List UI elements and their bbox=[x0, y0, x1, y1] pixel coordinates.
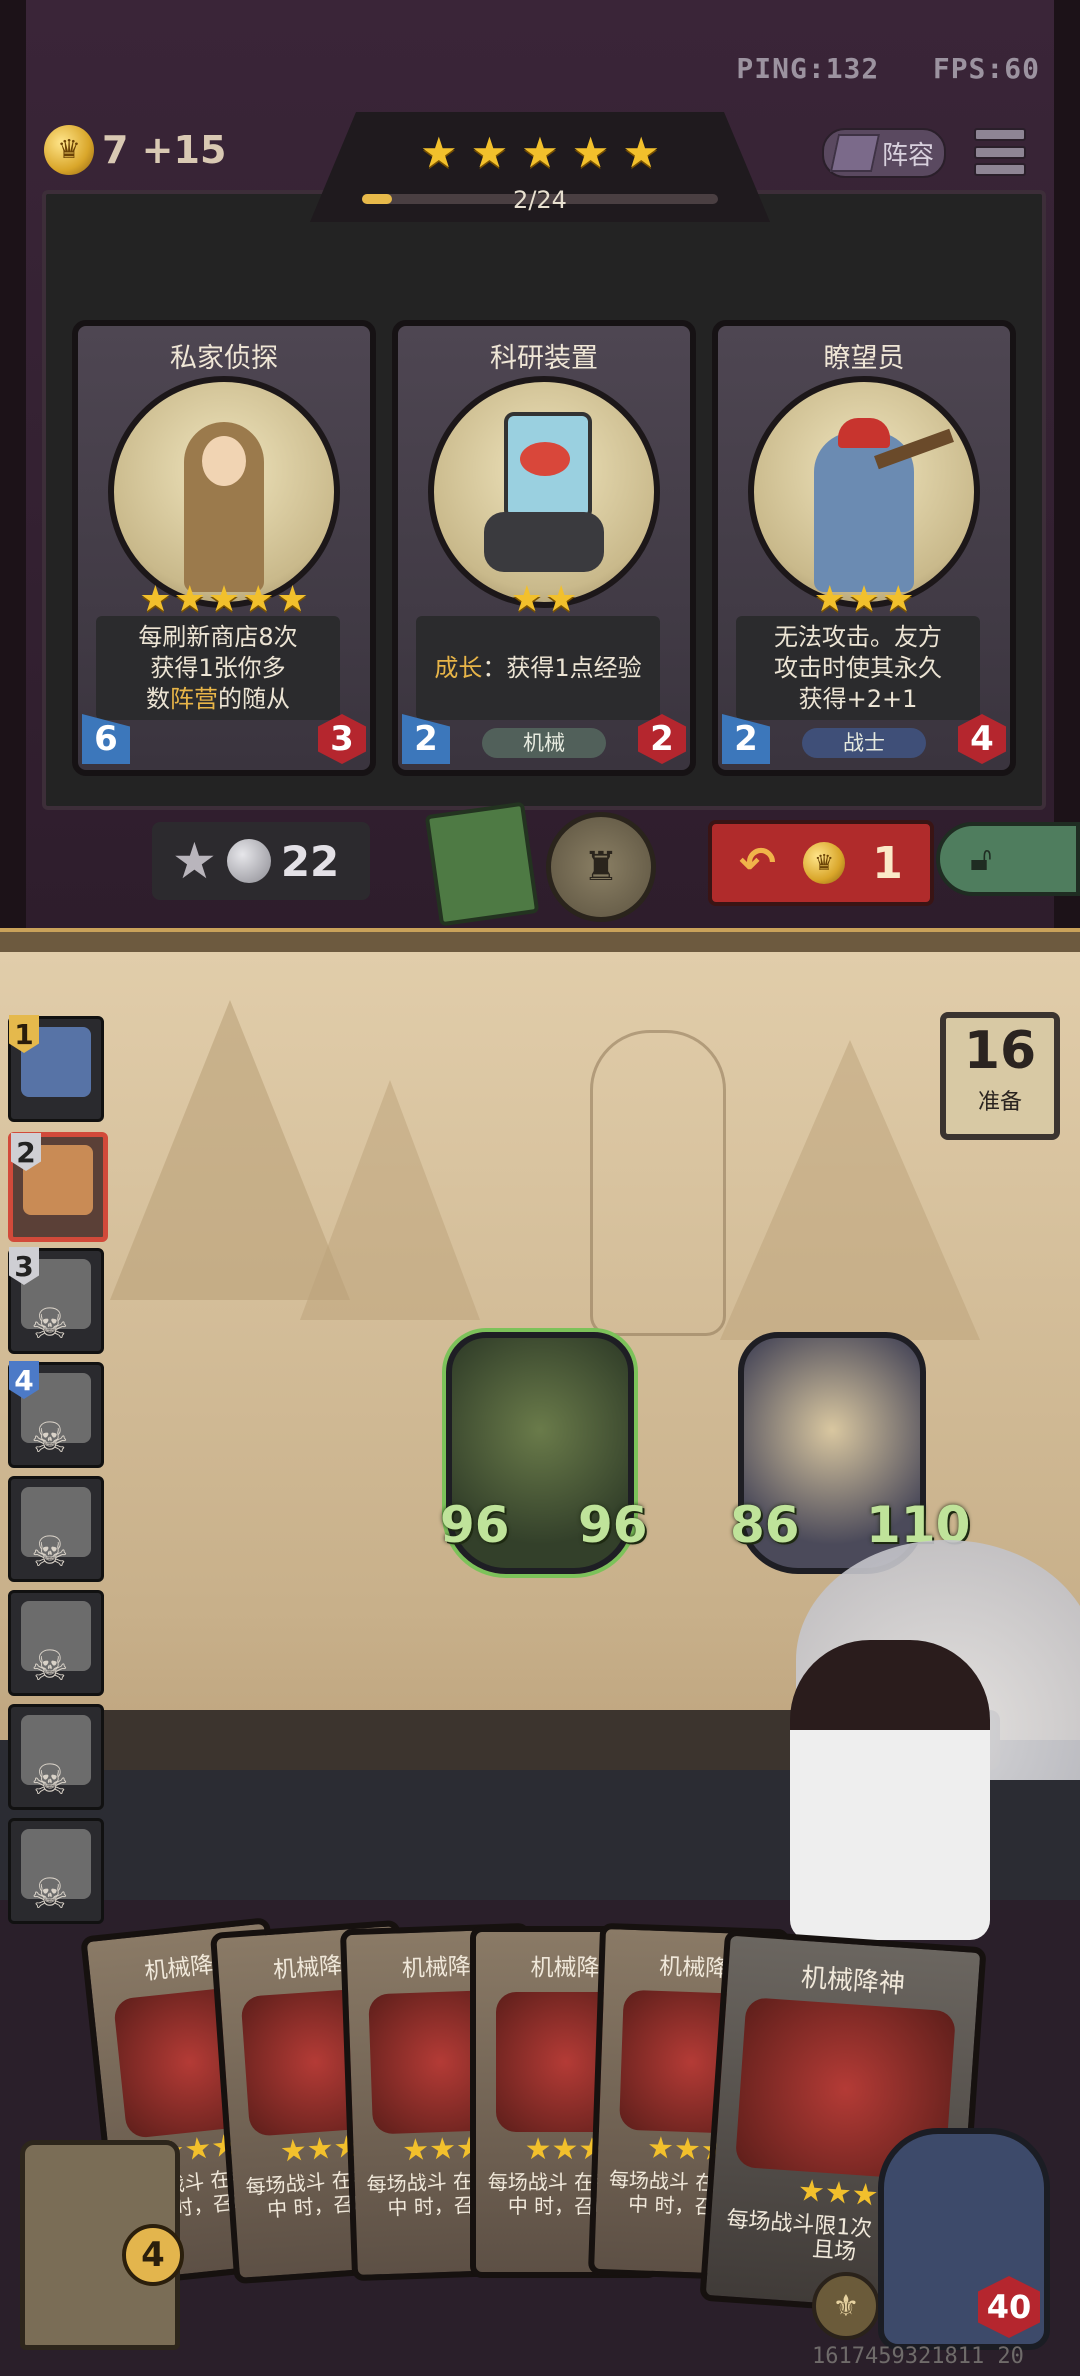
star-icon: ★ bbox=[622, 128, 660, 177]
player-slot[interactable]: ☠ bbox=[8, 1704, 104, 1810]
hero-character[interactable] bbox=[790, 1640, 990, 1940]
card-portrait-research-device bbox=[428, 376, 660, 608]
desc-text: ：获得1点经验 bbox=[482, 653, 642, 682]
card-description: 无法攻击。友方 攻击时使其永久 获得+2+1 bbox=[736, 616, 980, 720]
codex-book-icon[interactable] bbox=[424, 801, 540, 927]
desc-text: 的随从 bbox=[218, 684, 290, 713]
skull-icon: ☠ bbox=[31, 1755, 69, 1804]
player-slot[interactable]: ☠ bbox=[8, 1818, 104, 1924]
upgrade-star-icon: ★ bbox=[172, 832, 217, 890]
desc-line: 获得1张你多 bbox=[150, 653, 286, 682]
desc-line: 获得+2+1 bbox=[798, 684, 918, 713]
hand-count: 4 bbox=[122, 2224, 184, 2286]
star-icon: ★ bbox=[521, 128, 559, 177]
gold-coin-icon: ♛ bbox=[803, 842, 846, 884]
desc-line: 每刷新商店8次 bbox=[138, 622, 298, 651]
minion-attack: 96 bbox=[440, 1496, 510, 1554]
gold-text: 7 +15 bbox=[102, 128, 227, 172]
minion-attack: 86 bbox=[730, 1496, 800, 1554]
player-slot[interactable]: ☠ bbox=[8, 1476, 104, 1582]
lineup-button[interactable]: 阵容 bbox=[822, 128, 946, 178]
skull-icon: ☠ bbox=[31, 1641, 69, 1690]
board-art-figure bbox=[590, 1030, 726, 1336]
card-attack: 2 bbox=[402, 714, 450, 764]
board-art-tree bbox=[300, 1080, 480, 1320]
ready-count: 16 bbox=[963, 1021, 1037, 1081]
refresh-icon: ↶ bbox=[739, 837, 776, 889]
player-slot[interactable]: 1 bbox=[8, 1015, 104, 1122]
silver-coin-icon bbox=[226, 839, 271, 883]
card-health: 3 bbox=[318, 714, 366, 764]
desc-keyword: 阵营 bbox=[170, 684, 218, 713]
card-attack: 2 bbox=[722, 714, 770, 764]
card-tribe: 机械 bbox=[482, 728, 606, 758]
upgrade-cost: 22 bbox=[280, 836, 340, 886]
card-name: 科研装置 bbox=[490, 343, 598, 374]
star-icon: ★ bbox=[420, 128, 458, 177]
shop-card-detective[interactable]: 私家侦探 ★ ★ ★ ★ ★ 每刷新商店8次 获得1张你多 数阵营的随从 6 3 bbox=[72, 320, 376, 776]
card-stars: ★ ★ ★ bbox=[813, 579, 915, 620]
panel-border-left bbox=[0, 0, 26, 940]
refresh-cost: 1 bbox=[872, 837, 903, 889]
card-health: 2 bbox=[638, 714, 686, 764]
tier-progress-fill bbox=[362, 194, 392, 204]
skull-icon: ☠ bbox=[31, 1869, 69, 1918]
shop-card-research-device[interactable]: 科研装置 ★ ★ 成长：获得1点经验 2 机械 2 bbox=[392, 320, 696, 776]
gold-coin-icon: ♛ bbox=[44, 125, 94, 175]
card-name: 瞭望员 bbox=[823, 343, 905, 374]
panel-border-right bbox=[1054, 0, 1080, 940]
player-slot-self[interactable]: 2 bbox=[8, 1132, 108, 1242]
card-stars: ★ ★ bbox=[510, 579, 578, 620]
ready-label: 准备 bbox=[977, 1090, 1022, 1115]
ready-counter: 16 准备 bbox=[940, 1012, 1060, 1140]
ping-text: PING:132 bbox=[736, 52, 880, 85]
lock-icon: 🔓︎ bbox=[970, 839, 993, 879]
card-portrait-detective bbox=[108, 376, 340, 608]
desc-text: 数 bbox=[146, 684, 170, 713]
player-slot[interactable]: ☠ 4 bbox=[8, 1361, 104, 1468]
lock-shop-button[interactable]: 🔓︎ bbox=[936, 822, 1080, 896]
lineup-book-icon bbox=[829, 134, 881, 172]
card-attack: 6 bbox=[82, 714, 130, 764]
desc-line: 攻击时使其永久 bbox=[774, 653, 942, 682]
card-portrait-lookout bbox=[748, 376, 980, 608]
tavern-stars: ★ ★ ★ ★ ★ bbox=[420, 132, 660, 174]
refresh-shop-button[interactable]: ↶ ♛ 1 bbox=[708, 820, 934, 906]
lineup-label: 阵容 bbox=[881, 140, 934, 171]
gold-display: ♛ 7 +15 bbox=[44, 120, 226, 180]
card-description: 每刷新商店8次 获得1张你多 数阵营的随从 bbox=[96, 616, 340, 720]
card-health: 4 bbox=[958, 714, 1006, 764]
fps-text: FPS:60 bbox=[932, 52, 1040, 85]
hero-power-icon[interactable]: ⚜ bbox=[812, 2272, 880, 2340]
desc-keyword: 成长 bbox=[434, 653, 483, 682]
star-icon: ★ bbox=[470, 128, 509, 177]
menu-icon[interactable] bbox=[974, 128, 1026, 176]
skull-icon: ☠ bbox=[31, 1413, 69, 1462]
skull-icon: ☠ bbox=[31, 1527, 69, 1576]
player-slot[interactable]: ☠ 3 bbox=[8, 1247, 104, 1354]
shop-card-lookout[interactable]: 瞭望员 ★ ★ ★ 无法攻击。友方 攻击时使其永久 获得+2+1 2 战士 4 bbox=[712, 320, 1016, 776]
card-name: 私家侦探 bbox=[170, 343, 278, 374]
tier-progress-text: 2/24 bbox=[513, 186, 567, 214]
player-slot[interactable]: ☠ bbox=[8, 1590, 104, 1696]
footer-id: 1617459321811 20 bbox=[812, 2344, 1024, 2369]
card-description: 成长：获得1点经验 bbox=[416, 616, 660, 720]
network-status: PING:132 FPS:60 bbox=[736, 52, 1040, 85]
lantern-icon[interactable]: ♜ bbox=[546, 812, 656, 922]
card-stars: ★ ★ ★ ★ ★ bbox=[139, 579, 309, 620]
upgrade-tavern-button[interactable]: ★ 22 bbox=[152, 822, 370, 900]
skull-icon: ☠ bbox=[31, 1299, 69, 1348]
desc-line: 无法攻击。友方 bbox=[774, 622, 942, 651]
minion-health: 96 bbox=[578, 1496, 648, 1554]
card-tribe: 战士 bbox=[802, 728, 926, 758]
star-icon: ★ bbox=[571, 128, 610, 177]
